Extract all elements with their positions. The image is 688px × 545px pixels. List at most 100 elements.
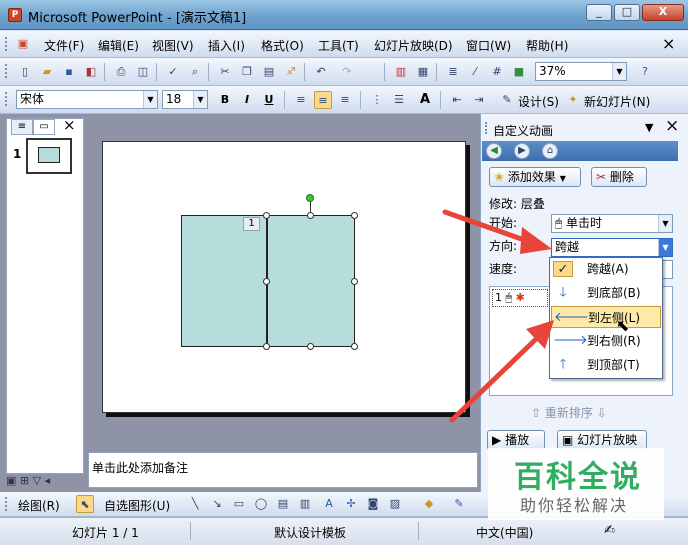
menu-tools[interactable]: 工具(T) <box>318 37 359 54</box>
maximize-button[interactable]: □ <box>614 4 640 21</box>
new-slide-icon[interactable]: ✦ <box>564 91 582 109</box>
close-window-button[interactable]: X <box>642 4 684 21</box>
slide-thumbnail[interactable] <box>26 138 72 174</box>
menu-format[interactable]: 格式(O) <box>261 37 304 54</box>
start-select[interactable]: 🖱 单击时 ▼ <box>551 214 673 233</box>
new-slide-button[interactable]: 新幻灯片(N) <box>584 93 650 110</box>
task-pane-close-icon[interactable]: × <box>665 116 679 136</box>
powerpoint-app-icon[interactable]: P <box>8 8 22 22</box>
vertical-textbox-icon[interactable]: ▥ <box>296 495 314 513</box>
menu-edit[interactable]: 编辑(E) <box>98 37 139 54</box>
decrease-indent-icon[interactable]: ⇤ <box>448 91 466 109</box>
chevron-down-icon[interactable]: ▼ <box>658 239 672 256</box>
resize-handle[interactable] <box>307 343 314 350</box>
save-icon[interactable]: ▪ <box>60 63 78 81</box>
increase-indent-icon[interactable]: ⇥ <box>470 91 488 109</box>
close-document-button[interactable]: × <box>662 34 675 53</box>
chevron-down-icon[interactable]: ▼ <box>143 91 157 108</box>
resize-handle[interactable] <box>307 212 314 219</box>
forward-icon[interactable]: ▶ <box>514 143 530 159</box>
add-effect-button[interactable]: ✬ 添加效果 ▼ <box>489 167 581 187</box>
italic-button[interactable]: I <box>238 91 256 109</box>
scroll-left-icon[interactable]: ◂ <box>45 474 51 487</box>
slideshow-button[interactable]: ▣ 幻灯片放映 <box>557 430 647 450</box>
resize-handle[interactable] <box>351 212 358 219</box>
back-icon[interactable]: ◀ <box>486 143 502 159</box>
align-center-icon[interactable]: ≡ <box>314 91 332 109</box>
research-icon[interactable]: ⌕ <box>186 63 204 81</box>
slide-canvas[interactable]: 1 <box>102 141 466 413</box>
pane-grip[interactable] <box>485 122 488 134</box>
chevron-down-icon[interactable]: ▼ <box>658 215 672 232</box>
undo-icon[interactable]: ↶ <box>312 63 330 81</box>
help-icon[interactable]: ? <box>636 63 654 81</box>
resize-handle[interactable] <box>263 343 270 350</box>
clipart-icon[interactable]: ◙ <box>364 495 382 513</box>
normal-view-icon[interactable]: ▣ <box>6 474 16 487</box>
picture-icon[interactable]: ▨ <box>386 495 404 513</box>
direction-option-top[interactable]: 🡑 到顶部(T) <box>550 354 662 376</box>
tab-slides[interactable]: ▭ <box>33 119 55 135</box>
toolbar-grip[interactable] <box>5 497 8 511</box>
table-icon[interactable]: ▦ <box>414 63 432 81</box>
color-grayscale-icon[interactable]: ■ <box>510 63 528 81</box>
arrow-icon[interactable]: ↘ <box>208 495 226 513</box>
slides-pane-close-button[interactable]: × <box>63 116 76 134</box>
format-painter-icon[interactable]: ♐ <box>282 63 300 81</box>
line-color-icon[interactable]: ✎ <box>450 495 468 513</box>
chart-icon[interactable]: ▥ <box>392 63 410 81</box>
notes-pane[interactable]: 单击此处添加备注 <box>88 452 478 488</box>
rectangle-right-selected[interactable] <box>267 215 355 347</box>
direction-option-right[interactable]: 🡒 到右侧(R) <box>550 330 662 352</box>
redo-icon[interactable]: ↷ <box>338 63 356 81</box>
home-icon[interactable]: ⌂ <box>542 143 558 159</box>
cut-icon[interactable]: ✂ <box>216 63 234 81</box>
font-combo[interactable]: 宋体 ▼ <box>16 90 158 109</box>
resize-handle[interactable] <box>351 278 358 285</box>
align-right-icon[interactable]: ≡ <box>336 91 354 109</box>
resize-handle[interactable] <box>263 278 270 285</box>
design-button[interactable]: 设计(S) <box>518 93 559 110</box>
open-icon[interactable]: ▰ <box>38 63 56 81</box>
fill-color-icon[interactable]: ◆ <box>420 495 438 513</box>
toolbar-grip[interactable] <box>5 64 8 78</box>
move-up-icon[interactable]: ⇧ <box>531 406 541 420</box>
grid-icon[interactable]: # <box>488 63 506 81</box>
paste-icon[interactable]: ▤ <box>260 63 278 81</box>
menu-view[interactable]: 视图(V) <box>152 37 194 54</box>
bullets-icon[interactable]: ☰ <box>390 91 408 109</box>
autoshapes-button[interactable]: 自选图形(U) <box>104 497 170 514</box>
chevron-down-icon[interactable]: ▼ <box>612 63 626 80</box>
line-icon[interactable]: ╲ <box>186 495 204 513</box>
print-icon[interactable]: ⎙ <box>112 63 130 81</box>
effect-list-item[interactable]: 1 🖱 ✱ <box>492 289 548 307</box>
oval-icon[interactable]: ◯ <box>252 495 270 513</box>
bold-button[interactable]: B <box>216 91 234 109</box>
direction-option-bottom[interactable]: 🡓 到底部(B) <box>550 282 662 304</box>
tab-outline[interactable]: ≡ <box>11 119 33 135</box>
draw-menu-button[interactable]: 绘图(R) <box>18 497 60 514</box>
wordart-icon[interactable]: A <box>320 495 338 513</box>
task-pane-menu-icon[interactable]: ▼ <box>645 121 653 134</box>
resize-handle[interactable] <box>263 212 270 219</box>
menu-slideshow[interactable]: 幻灯片放映(D) <box>374 37 453 54</box>
document-icon[interactable]: ▣ <box>14 35 32 53</box>
menu-help[interactable]: 帮助(H) <box>526 37 568 54</box>
menu-file[interactable]: 文件(F) <box>44 37 84 54</box>
play-button[interactable]: ▶ 播放 <box>487 430 545 450</box>
direction-select[interactable]: 跨越 ▼ <box>551 238 673 257</box>
menu-insert[interactable]: 插入(I) <box>208 37 245 54</box>
increase-font-button[interactable]: A <box>416 91 434 109</box>
spelling-icon[interactable]: ✓ <box>164 63 182 81</box>
textbox-icon[interactable]: ▤ <box>274 495 292 513</box>
new-icon[interactable]: ▯ <box>16 63 34 81</box>
menu-grip[interactable] <box>5 37 8 51</box>
zoom-combo[interactable]: 37% ▼ <box>535 62 627 81</box>
expand-all-icon[interactable]: ≣ <box>444 63 462 81</box>
underline-button[interactable]: U <box>260 91 278 109</box>
print-preview-icon[interactable]: ◫ <box>134 63 152 81</box>
permission-icon[interactable]: ◧ <box>82 63 100 81</box>
diagram-icon[interactable]: ✢ <box>342 495 360 513</box>
copy-icon[interactable]: ❐ <box>238 63 256 81</box>
toolbar-grip[interactable] <box>5 92 8 106</box>
